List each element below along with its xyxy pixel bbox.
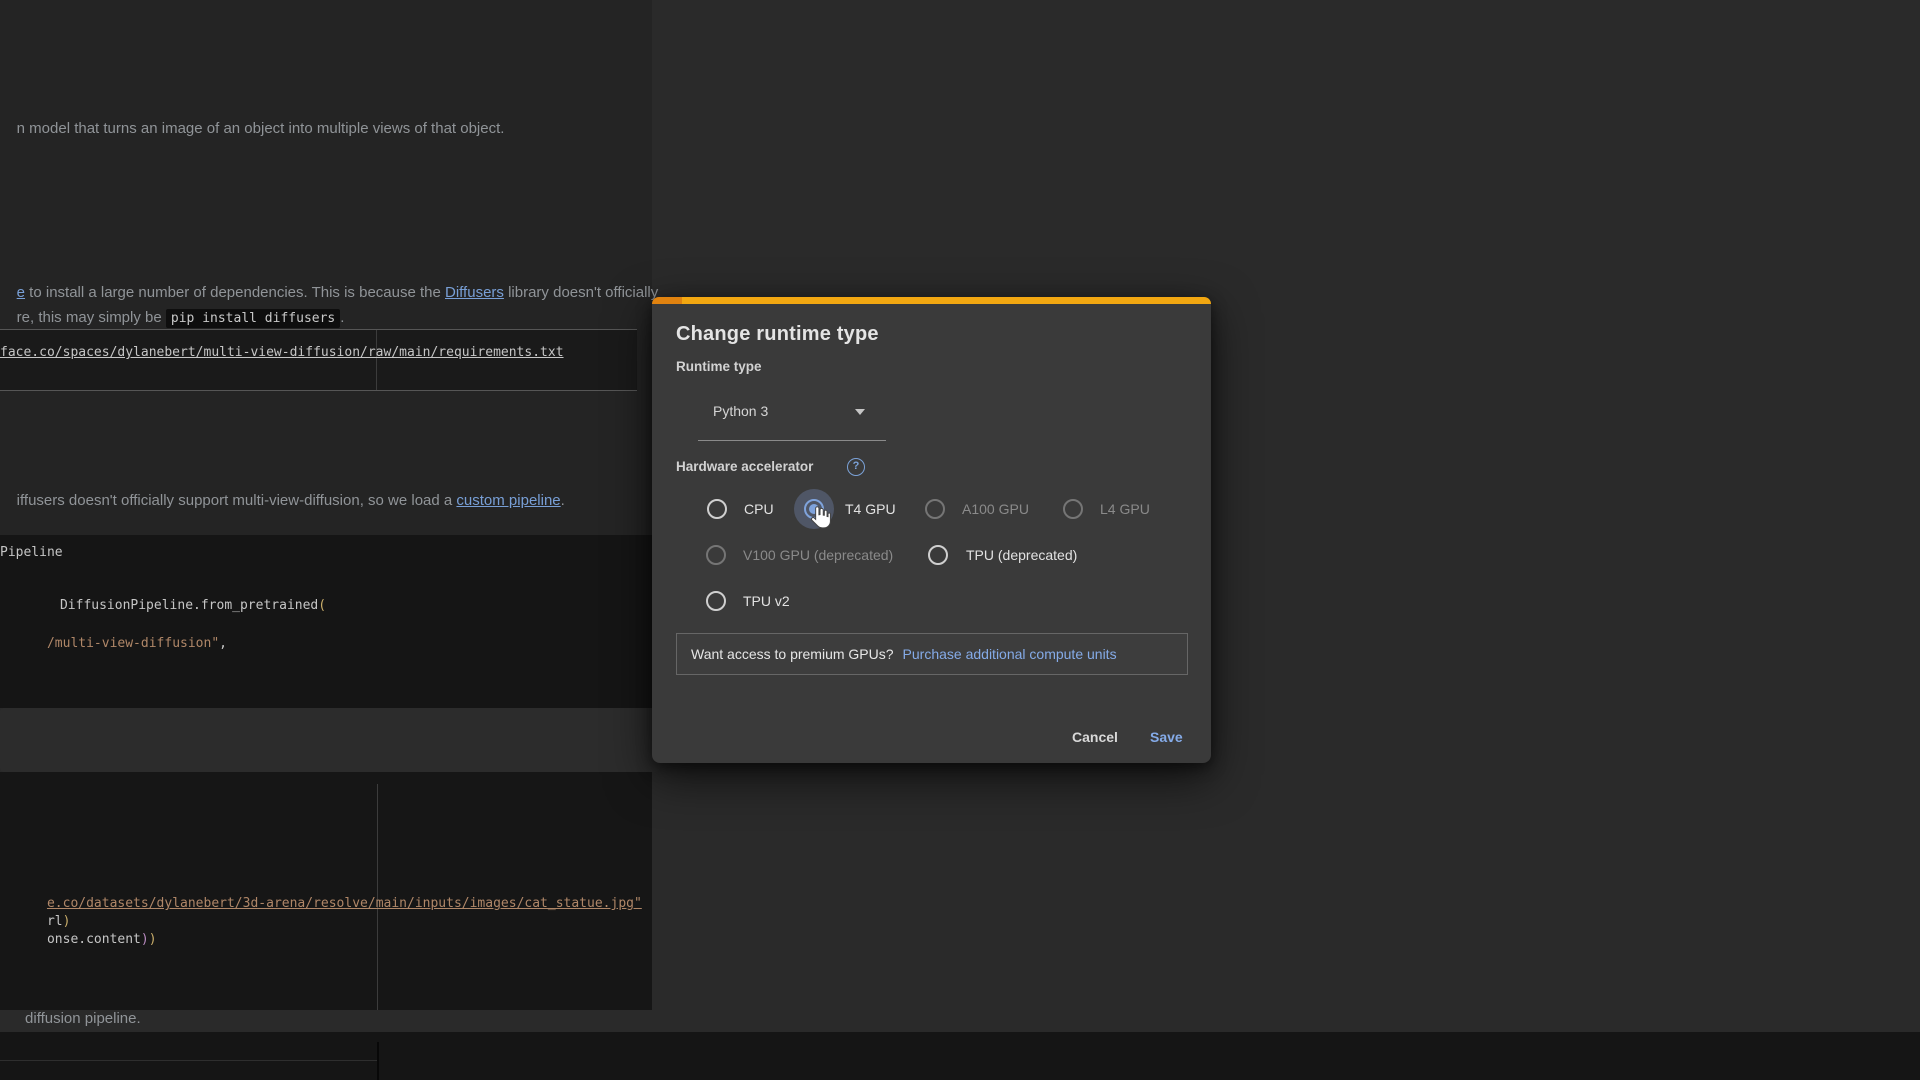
code-line: Pipeline: [0, 545, 63, 560]
markdown-paragraph-pipeline: iffusers doesn't officially support mult…: [0, 471, 565, 531]
select-value: Python 3: [713, 403, 768, 419]
code-line-url[interactable]: face.co/spaces/dylanebert/multi-view-dif…: [0, 345, 564, 360]
purchase-compute-units-link[interactable]: Purchase additional compute units: [903, 646, 1117, 662]
notebook-bottom-area: [0, 1032, 1920, 1080]
radio-l4-gpu: [1063, 499, 1083, 519]
radio-tpu-deprecated[interactable]: [928, 545, 948, 565]
radio-label-a100-gpu: A100 GPU: [962, 501, 1029, 517]
hand-cursor-icon: [807, 504, 833, 530]
cancel-button[interactable]: Cancel: [1072, 727, 1118, 747]
radio-cpu[interactable]: [707, 499, 727, 519]
radio-label-tpu-deprecated[interactable]: TPU (deprecated): [966, 547, 1077, 563]
inline-code-chip: pip install diffusers: [166, 309, 340, 328]
runtime-type-label: Runtime type: [676, 359, 762, 374]
code-line: onse.content)): [0, 917, 157, 962]
code-cell-requirements[interactable]: face.co/spaces/dylanebert/multi-view-dif…: [0, 329, 637, 391]
code-cell-load-pipeline[interactable]: Pipeline DiffusionPipeline.from_pretrain…: [0, 535, 652, 708]
code-cell-image-fetch[interactable]: e.co/datasets/dylanebert/3d-arena/resolv…: [0, 772, 652, 1010]
premium-gpu-banner: Want access to premium GPUs? Purchase ad…: [676, 633, 1188, 675]
radio-label-v100-gpu: V100 GPU (deprecated): [743, 547, 893, 563]
notebook-cell-band: [0, 708, 660, 772]
change-runtime-dialog: Change runtime type Runtime type Python …: [652, 297, 1211, 763]
help-icon[interactable]: ?: [847, 458, 865, 476]
code-line: /multi-view-diffusion",: [0, 621, 227, 666]
save-button[interactable]: Save: [1150, 727, 1183, 747]
cell-divider-line: [376, 330, 377, 390]
markdown-paragraph-top: n model that turns an image of an object…: [0, 99, 504, 159]
radio-a100-gpu: [925, 499, 945, 519]
page-background: n model that turns an image of an object…: [0, 0, 1920, 1080]
diffusers-link[interactable]: Diffusers: [445, 284, 504, 301]
dialog-accent-bar: [652, 297, 1211, 304]
banner-text: Want access to premium GPUs?: [691, 646, 894, 662]
cell-divider-line: [377, 1042, 379, 1080]
markdown-text: n model that turns an image of an object…: [17, 120, 505, 137]
hardware-accelerator-label: Hardware accelerator: [676, 459, 813, 474]
runtime-type-select[interactable]: Python 3: [698, 393, 886, 441]
radio-label-tpu-v2[interactable]: TPU v2: [743, 593, 790, 609]
cell-border-line: [0, 1060, 377, 1061]
custom-pipeline-link[interactable]: custom pipeline: [456, 492, 560, 509]
chevron-down-icon[interactable]: [855, 409, 865, 415]
radio-label-l4-gpu: L4 GPU: [1100, 501, 1150, 517]
radio-v100-gpu: [706, 545, 726, 565]
radio-tpu-v2[interactable]: [706, 591, 726, 611]
dialog-title: Change runtime type: [676, 323, 879, 346]
radio-label-cpu[interactable]: CPU: [744, 501, 774, 517]
radio-label-t4-gpu[interactable]: T4 GPU: [845, 501, 896, 517]
select-underline: [698, 440, 886, 441]
